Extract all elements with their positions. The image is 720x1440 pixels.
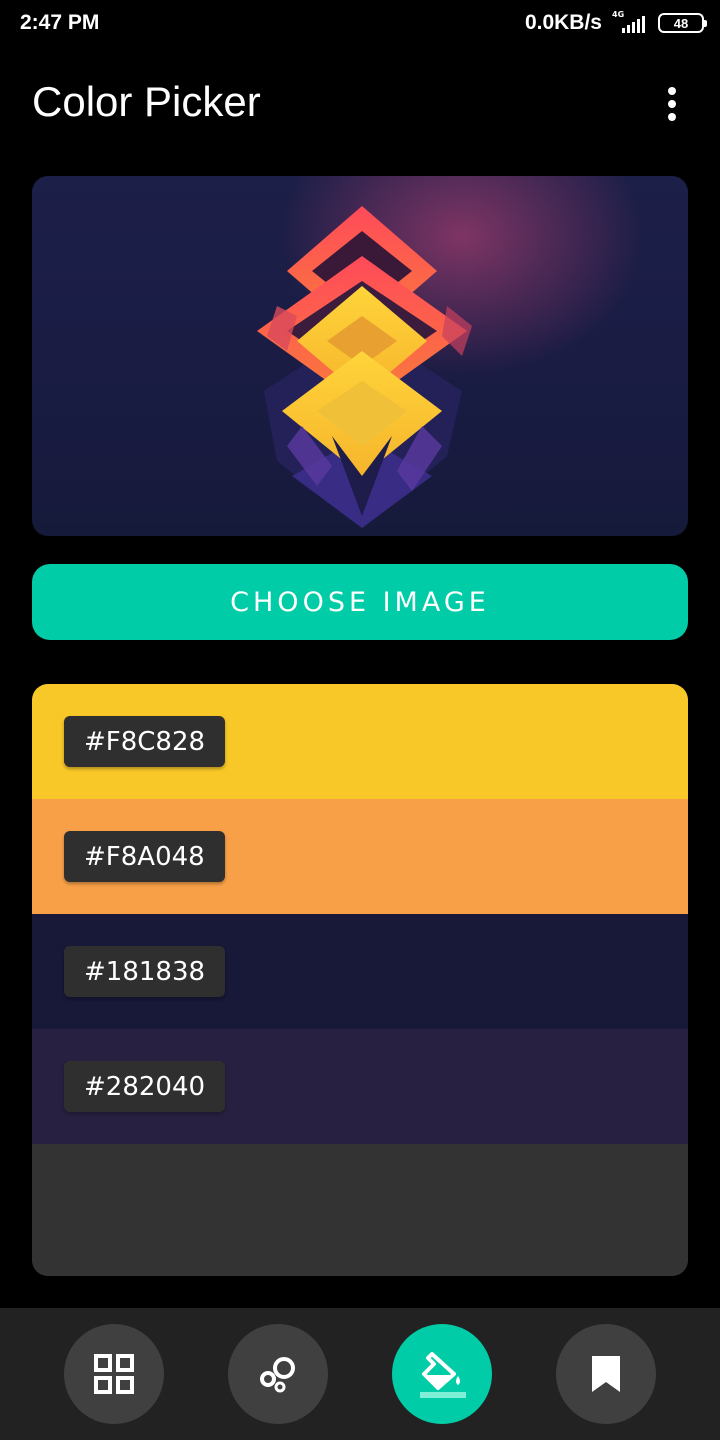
color-swatch-1[interactable]: #F8C828 (32, 684, 688, 799)
bottom-nav (0, 1308, 720, 1440)
image-preview (32, 176, 688, 536)
signal-icon: 4G (610, 10, 650, 34)
dashboard-icon (94, 1354, 134, 1394)
battery-icon: 48 (658, 13, 707, 33)
nav-bubbles-button[interactable] (228, 1324, 328, 1424)
hex-chip[interactable]: #282040 (64, 1061, 226, 1112)
page-title: Color Picker (32, 78, 261, 125)
color-palette: #F8C828 #F8A048 #181838 #282040 (32, 684, 688, 1276)
more-vert-icon[interactable] (656, 84, 688, 124)
color-swatch-3[interactable]: #181838 (32, 914, 688, 1029)
bubbles-icon (260, 1357, 295, 1393)
color-swatch-2[interactable]: #F8A048 (32, 799, 688, 914)
nav-dashboard-button[interactable] (64, 1324, 164, 1424)
choose-image-button[interactable]: CHOOSE IMAGE (32, 564, 688, 640)
hex-chip[interactable]: #F8A048 (64, 831, 225, 882)
paint-bucket-icon (420, 1352, 466, 1398)
battery-level: 48 (673, 15, 689, 31)
hex-value: #181838 (84, 956, 206, 987)
network-speed: 0.0KB/s (524, 11, 602, 34)
status-bar: 2:47 PM 0.0KB/s 4G 48 (0, 0, 720, 50)
color-swatch-4[interactable]: #282040 (32, 1029, 688, 1144)
hex-chip[interactable]: #181838 (64, 946, 226, 997)
nav-bookmark-button[interactable] (556, 1324, 656, 1424)
bookmark-icon (592, 1356, 620, 1392)
color-swatch-empty (32, 1144, 688, 1276)
status-time: 2:47 PM (20, 11, 100, 34)
nav-palette-button[interactable] (392, 1324, 492, 1424)
hex-value: #F8A048 (84, 841, 205, 872)
hex-value: #F8C828 (84, 726, 206, 757)
choose-image-label: CHOOSE IMAGE (230, 586, 490, 618)
hex-chip[interactable]: #F8C828 (64, 716, 226, 767)
hex-value: #282040 (84, 1071, 206, 1102)
artwork-image (257, 206, 472, 528)
status-indicators: 0.0KB/s 4G 48 (524, 10, 707, 35)
